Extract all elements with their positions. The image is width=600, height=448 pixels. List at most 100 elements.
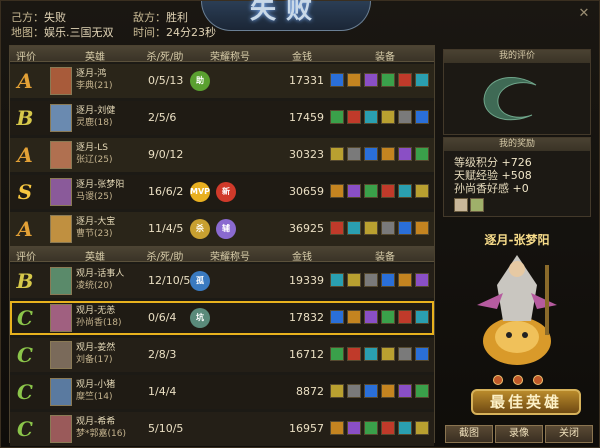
- kda-value: 2/5/6: [148, 111, 177, 124]
- reward-item-icon[interactable]: [454, 198, 468, 212]
- equipment-item-icon[interactable]: [415, 110, 429, 124]
- equipment-item-icon[interactable]: [415, 347, 429, 361]
- honor-badge-icon[interactable]: 坑: [190, 308, 210, 328]
- replay-button[interactable]: 录像: [495, 425, 543, 443]
- reward-talent-exp: 天赋经验 +508: [454, 169, 532, 182]
- player-name-block: 观月-姜然 刘备(17): [76, 342, 115, 366]
- equipment-item-icon[interactable]: [381, 221, 395, 235]
- equipment-item-icon[interactable]: [330, 73, 344, 87]
- equipment-item-icon[interactable]: [415, 273, 429, 287]
- equipment-item-icon[interactable]: [364, 273, 378, 287]
- best-hero-button[interactable]: 最佳英雄: [471, 389, 581, 415]
- equipment-item-icon[interactable]: [415, 310, 429, 324]
- equipment-item-icon[interactable]: [347, 221, 361, 235]
- grade-badge: B: [16, 106, 34, 130]
- equipment-item-icon[interactable]: [347, 184, 361, 198]
- equipment-item-icon[interactable]: [330, 110, 344, 124]
- close-button[interactable]: 关闭: [545, 425, 593, 443]
- equipment-item-icon[interactable]: [330, 347, 344, 361]
- equipment-item-icon[interactable]: [398, 221, 412, 235]
- equipment-item-icon[interactable]: [398, 184, 412, 198]
- table-row[interactable]: A 逐月-大宝 曹节(23) 11/4/5 杀辅 36925: [10, 212, 434, 246]
- table-row[interactable]: B 逐月-刘健 灵鹿(18) 2/5/6 17459: [10, 101, 434, 135]
- equipment-item-icon[interactable]: [364, 421, 378, 435]
- equipment-item-icon[interactable]: [347, 147, 361, 161]
- honor-badge-icon[interactable]: 杀: [190, 219, 210, 239]
- equipment-item-icon[interactable]: [330, 384, 344, 398]
- equipment-item-icon[interactable]: [330, 421, 344, 435]
- hero-name: 张辽(25): [76, 155, 113, 165]
- equipment-item-icon[interactable]: [381, 273, 395, 287]
- equipment-item-icon[interactable]: [381, 310, 395, 324]
- table-row[interactable]: C 观月-小猪 糜竺(14) 1/4/4 8872: [10, 375, 434, 409]
- equipment-item-icon[interactable]: [381, 421, 395, 435]
- equipment-item-icon[interactable]: [330, 273, 344, 287]
- equipment-item-icon[interactable]: [330, 147, 344, 161]
- equipment-item-icon[interactable]: [347, 384, 361, 398]
- equipment-item-icon[interactable]: [364, 110, 378, 124]
- table-row[interactable]: C 观月-无恙 孙尚香(18) 0/6/4 坑 17832: [10, 301, 434, 335]
- equipment-item-icon[interactable]: [381, 110, 395, 124]
- equipment-item-icon[interactable]: [364, 184, 378, 198]
- hero-name: 马谡(25): [76, 192, 113, 202]
- equipment-item-icon[interactable]: [398, 73, 412, 87]
- equipment-item-icon[interactable]: [347, 110, 361, 124]
- equipment-item-icon[interactable]: [398, 421, 412, 435]
- map-info: 地图：娱乐.三国无双: [11, 26, 114, 39]
- table-row[interactable]: C 观月-希希 梦*郭嘉(16) 5/10/5 16957: [10, 412, 434, 446]
- gold-value: 19339: [289, 274, 324, 287]
- table-row[interactable]: A 逐月-鸿 李典(21) 0/5/13 助 17331: [10, 64, 434, 98]
- equipment-item-icon[interactable]: [415, 147, 429, 161]
- equipment-item-icon[interactable]: [364, 147, 378, 161]
- honor-badge-icon[interactable]: MVP: [190, 182, 210, 202]
- avatar: [50, 378, 72, 406]
- equipment-item-icon[interactable]: [347, 310, 361, 324]
- equipment-item-icon[interactable]: [415, 384, 429, 398]
- col-kda: 杀/死/助: [146, 52, 184, 63]
- equipment-item-icon[interactable]: [398, 147, 412, 161]
- equipment-item-icon[interactable]: [415, 421, 429, 435]
- equipment-item-icon[interactable]: [415, 221, 429, 235]
- equipment-item-icon[interactable]: [330, 310, 344, 324]
- equipment-item-icon[interactable]: [381, 384, 395, 398]
- equipment-item-icon[interactable]: [381, 147, 395, 161]
- honor-badge-icon[interactable]: 助: [190, 71, 210, 91]
- gold-value: 17331: [289, 74, 324, 87]
- equipment-item-icon[interactable]: [364, 73, 378, 87]
- equipment-item-icon[interactable]: [347, 421, 361, 435]
- grade-badge: A: [17, 217, 33, 241]
- equipment-item-icon[interactable]: [364, 347, 378, 361]
- own-result: 己方：失败: [11, 11, 66, 24]
- close-icon[interactable]: ✕: [577, 7, 591, 21]
- equipment-item-icon[interactable]: [398, 384, 412, 398]
- equipment-item-icon[interactable]: [381, 73, 395, 87]
- honor-cell: 助: [190, 71, 270, 91]
- equipment-item-icon[interactable]: [415, 73, 429, 87]
- equipment-item-icon[interactable]: [347, 73, 361, 87]
- table-row[interactable]: B 观月-话事人 凌统(20) 12/10/5 孤 19339: [10, 264, 434, 298]
- equipment-item-icon[interactable]: [381, 347, 395, 361]
- equipment-item-icon[interactable]: [381, 184, 395, 198]
- equipment-item-icon[interactable]: [398, 347, 412, 361]
- table-row[interactable]: C 观月-姜然 刘备(17) 2/8/3 16712: [10, 338, 434, 372]
- screenshot-button[interactable]: 截图: [445, 425, 493, 443]
- table-row[interactable]: S 逐月-张梦阳 马谡(25) 16/6/2 MVP 新 30659: [10, 175, 434, 209]
- reward-item-icon[interactable]: [470, 198, 484, 212]
- honor-badge-icon[interactable]: 辅: [216, 219, 236, 239]
- equipment-item-icon[interactable]: [330, 184, 344, 198]
- equipment-item-icon[interactable]: [347, 347, 361, 361]
- equipment-item-icon[interactable]: [364, 384, 378, 398]
- honor-badge-icon[interactable]: 新: [216, 182, 236, 202]
- honor-badge-icon[interactable]: 孤: [190, 271, 210, 291]
- equipment-item-icon[interactable]: [398, 310, 412, 324]
- avatar: [50, 178, 72, 206]
- equipment-item-icon[interactable]: [364, 221, 378, 235]
- table-row[interactable]: A 逐月-LS 张辽(25) 9/0/12 30323: [10, 138, 434, 172]
- equipment-item-icon[interactable]: [364, 310, 378, 324]
- equipment-item-icon[interactable]: [398, 110, 412, 124]
- player-name-block: 逐月-鸿 李典(21): [76, 68, 112, 92]
- equipment-item-icon[interactable]: [415, 184, 429, 198]
- equipment-item-icon[interactable]: [330, 221, 344, 235]
- equipment-item-icon[interactable]: [347, 273, 361, 287]
- equipment-item-icon[interactable]: [398, 273, 412, 287]
